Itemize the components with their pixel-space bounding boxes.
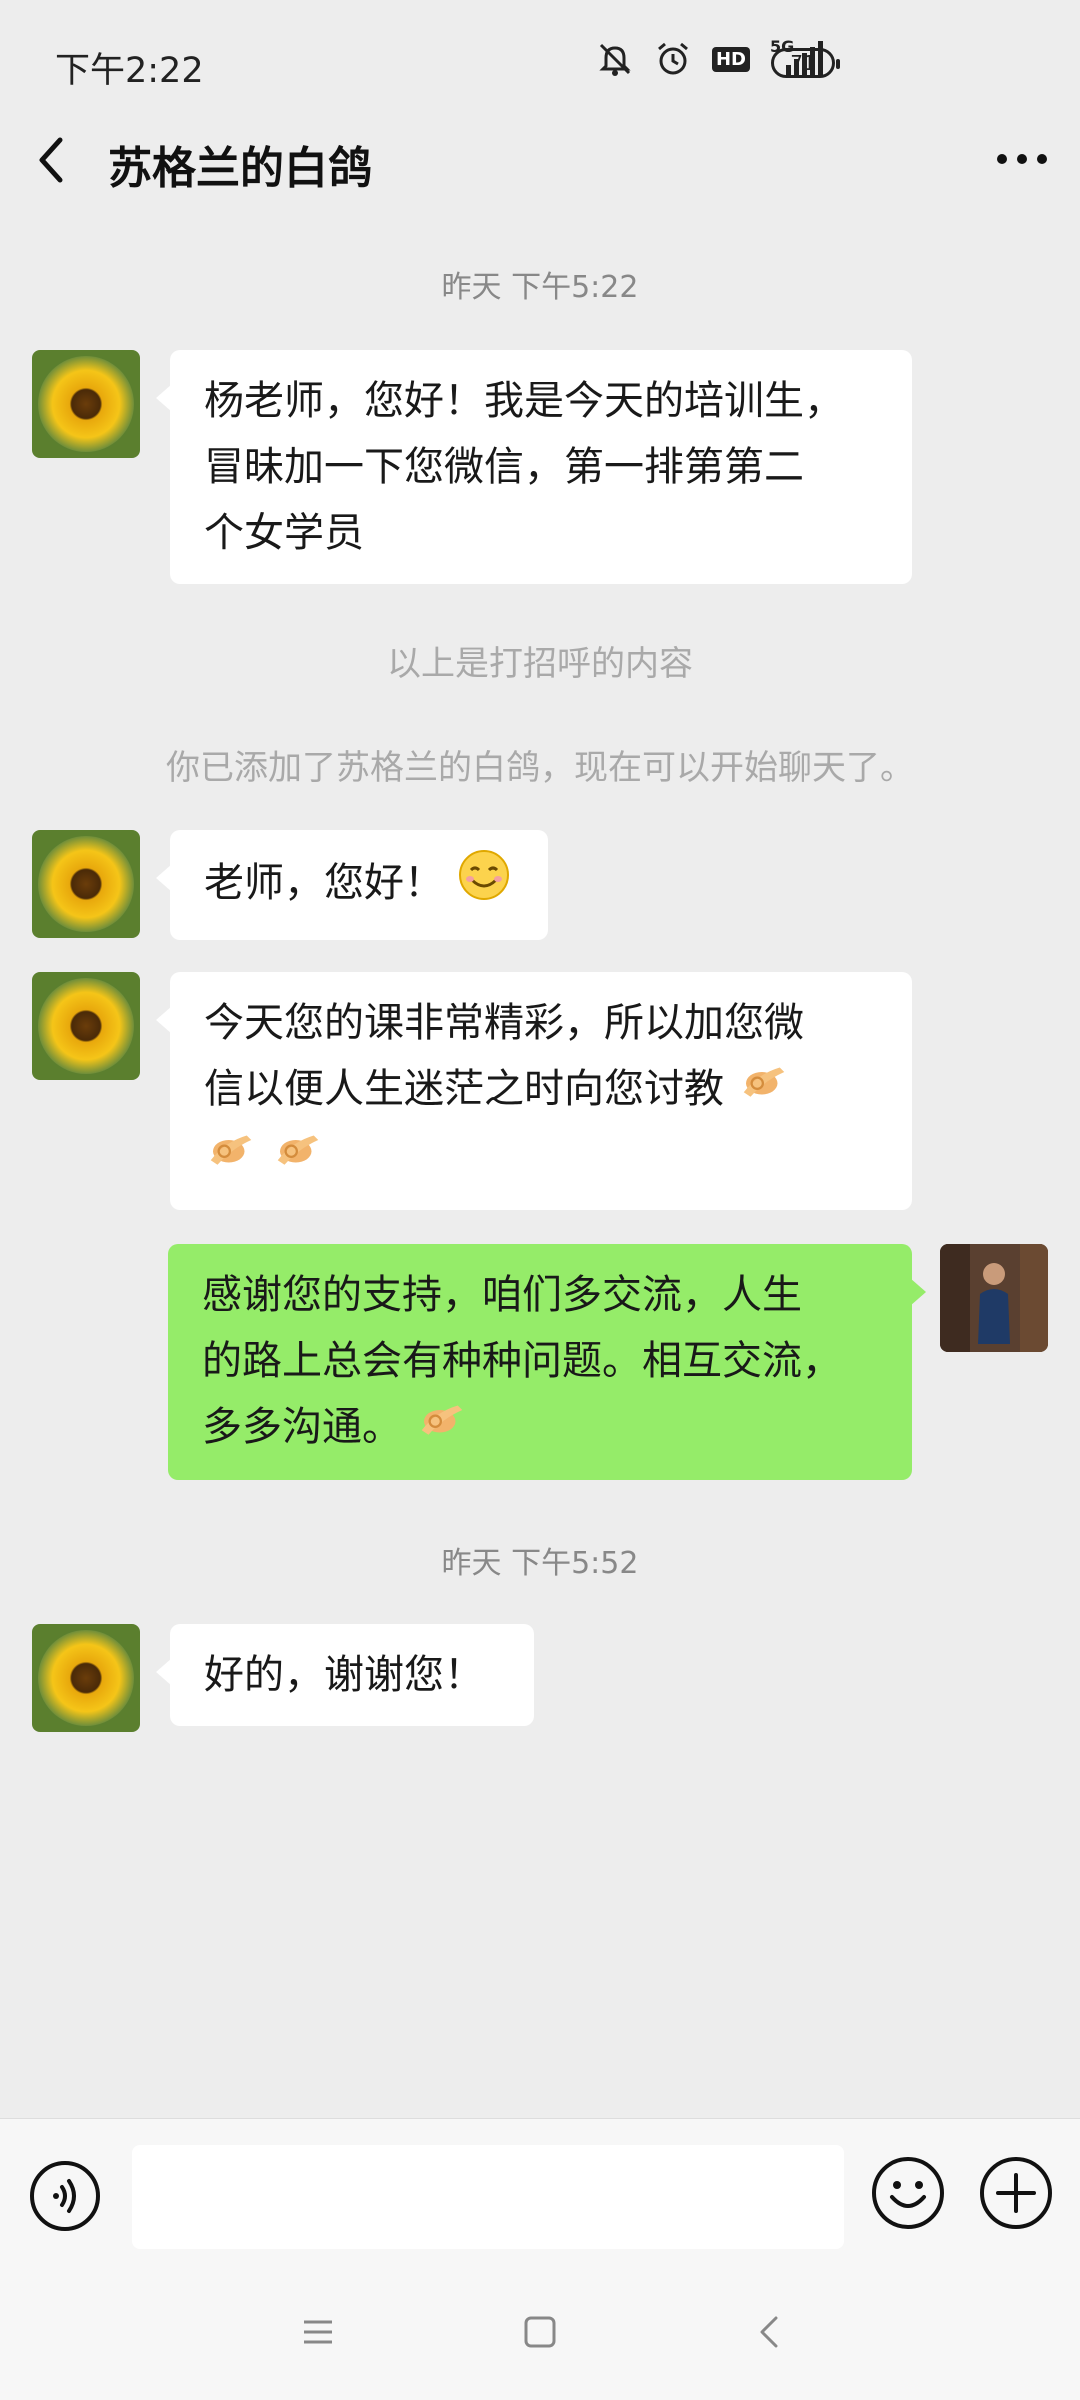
battery-icon: 71 (771, 48, 840, 78)
message-line: 个女学员 (204, 510, 364, 556)
plus-icon[interactable] (978, 2155, 1054, 2231)
chat-title: 苏格兰的白鸽 (108, 143, 372, 194)
message-input[interactable] (132, 2145, 844, 2249)
battery-level: 71 (790, 51, 816, 75)
contact-avatar[interactable] (32, 350, 140, 458)
message-text: 老师，您好！ (204, 860, 444, 906)
ok-hand-emoji (737, 1058, 791, 1124)
incoming-message[interactable]: 老师，您好！ (156, 830, 548, 940)
message-line: 多多沟通。 (202, 1404, 402, 1450)
chat-header: 苏格兰的白鸽 (0, 120, 1080, 200)
timestamp: 昨天 下午5:22 (441, 270, 639, 305)
ok-hand-emoji (415, 1396, 469, 1462)
message-text: 好的，谢谢您！ (204, 1652, 484, 1698)
ok-hand-emoji (271, 1126, 325, 1192)
contact-avatar[interactable] (32, 830, 140, 938)
incoming-message[interactable]: 今天您的课非常精彩，所以加您微 信以便人生迷茫之时向您讨教 (156, 972, 912, 1210)
menu-icon[interactable] (300, 2314, 336, 2350)
incoming-message[interactable]: 好的，谢谢您！ (156, 1624, 534, 1726)
message-line: 感谢您的支持，咱们多交流，人生 (202, 1272, 802, 1318)
more-icon[interactable] (992, 134, 1052, 184)
input-bar (0, 2118, 1080, 2271)
outgoing-message[interactable]: 感谢您的支持，咱们多交流，人生 的路上总会有种种问题。相互交流， 多多沟通。 (168, 1244, 926, 1480)
timestamp: 昨天 下午5:52 (441, 1546, 639, 1581)
message-line: 今天您的课非常精彩，所以加您微 (204, 1000, 804, 1046)
home-icon[interactable] (522, 2314, 558, 2350)
message-line: 杨老师，您好！我是今天的培训生， (204, 378, 844, 424)
my-avatar[interactable] (940, 1244, 1048, 1352)
message-line: 信以便人生迷茫之时向您讨教 (204, 1066, 724, 1112)
status-time: 下午2:22 (55, 51, 204, 91)
smile-emoji (457, 848, 511, 922)
back-icon[interactable] (754, 2312, 784, 2352)
hd-icon: HD (711, 46, 750, 72)
voice-icon[interactable] (28, 2159, 102, 2233)
status-bar: 下午2:22 HD 5G 71 (0, 0, 1080, 130)
system-nav-bar (0, 2270, 1080, 2400)
contact-avatar[interactable] (32, 1624, 140, 1732)
message-line: 的路上总会有种种问题。相互交流， (202, 1338, 842, 1384)
alarm-icon (654, 40, 692, 78)
ok-hand-emoji (204, 1126, 258, 1192)
back-arrow-icon[interactable] (28, 130, 78, 190)
contact-avatar[interactable] (32, 972, 140, 1080)
emoji-icon[interactable] (870, 2155, 946, 2231)
system-message: 你已添加了苏格兰的白鸽，现在可以开始聊天了。 (166, 748, 914, 788)
incoming-message[interactable]: 杨老师，您好！我是今天的培训生， 冒昧加一下您微信，第一排第第二 个女学员 (156, 350, 912, 584)
mute-icon (596, 40, 634, 78)
system-message: 以上是打招呼的内容 (387, 644, 693, 684)
message-line: 冒昧加一下您微信，第一排第第二 (204, 444, 804, 490)
